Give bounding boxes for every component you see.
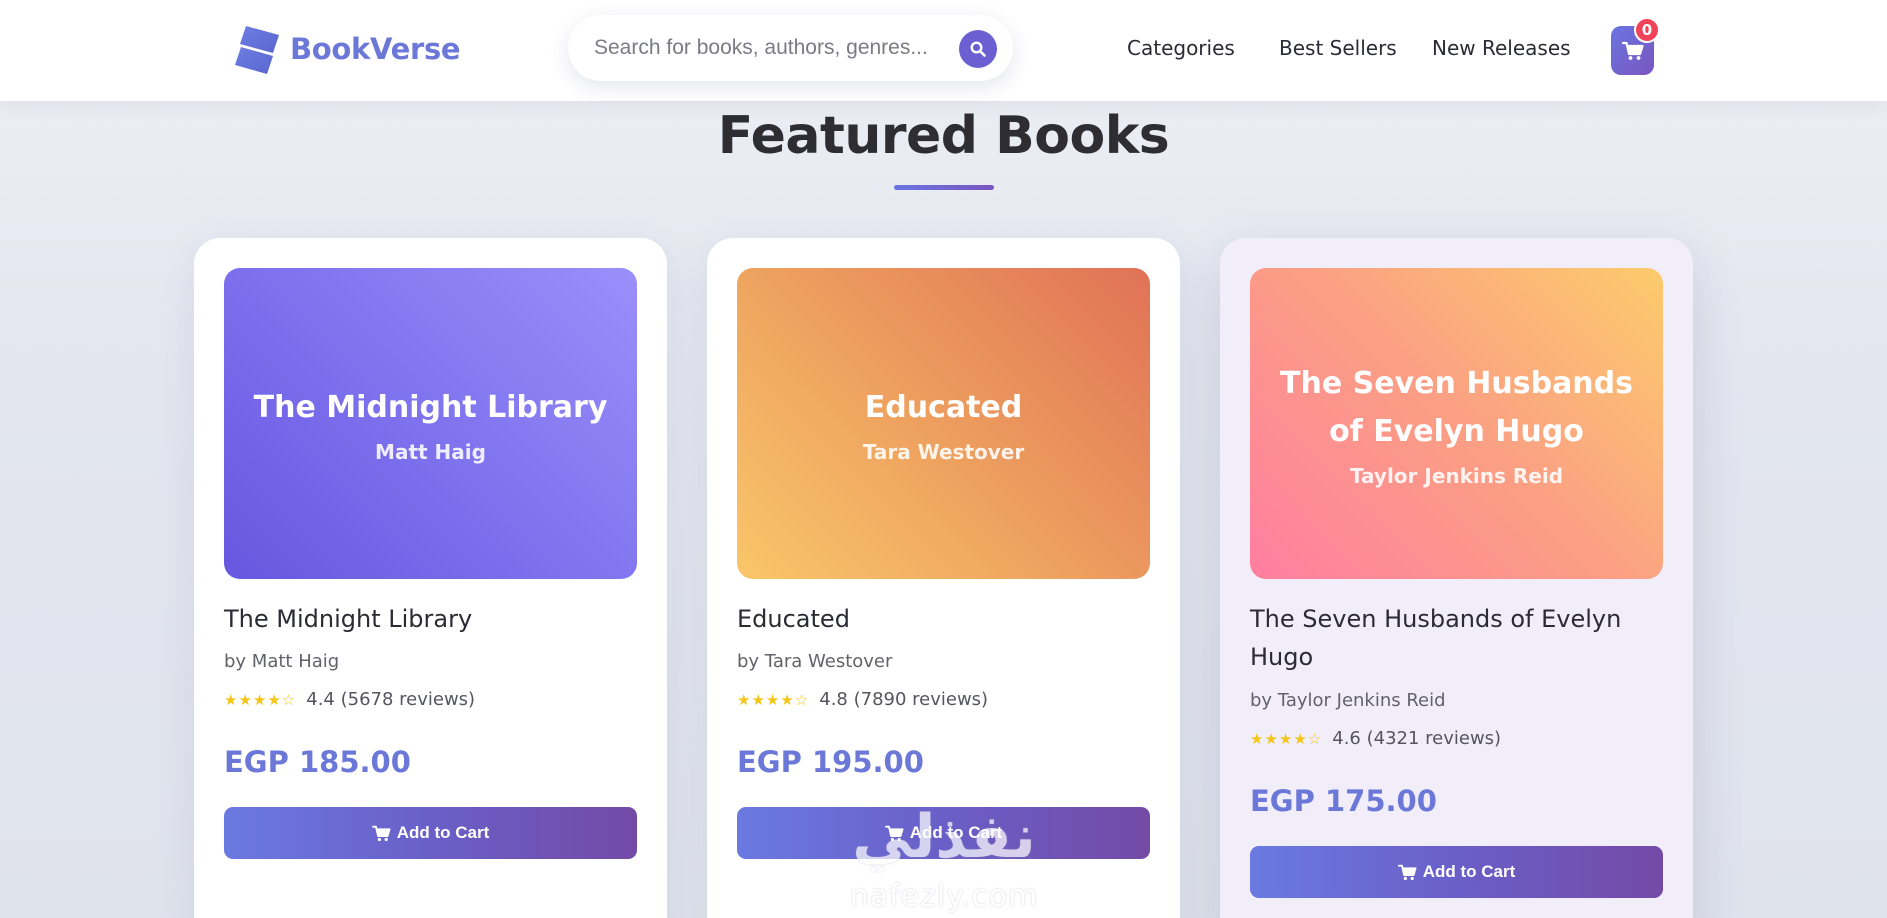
site-header: BookVerse Categories Best Sellers New Re…	[0, 0, 1887, 101]
star-rating-icon: ★★★★☆	[1250, 729, 1323, 748]
cover-author: Taylor Jenkins Reid	[1349, 463, 1564, 488]
rating-text: 4.8 (7890 reviews)	[819, 689, 989, 710]
book-author: by Taylor Jenkins Reid	[1250, 690, 1446, 711]
add-to-cart-label: Add to Cart	[1422, 862, 1516, 881]
brand-name: BookVerse	[290, 32, 461, 66]
cart-icon	[1621, 41, 1644, 60]
brand-logo[interactable]: BookVerse	[232, 23, 461, 75]
book-rating: ★★★★☆ 4.8 (7890 reviews)	[737, 689, 988, 710]
rating-text: 4.6 (4321 reviews)	[1332, 728, 1502, 749]
watermark-arabic: نفذلي	[852, 802, 1036, 872]
search-input[interactable]	[594, 32, 934, 64]
cover-title: The Midnight Library	[253, 389, 608, 425]
title-underline	[894, 185, 994, 190]
cover-author: Tara Westover	[862, 439, 1025, 464]
search-icon	[970, 41, 986, 57]
search-bar	[568, 15, 1013, 81]
section-title: Featured Books	[717, 106, 1170, 166]
book-author: by Matt Haig	[224, 651, 340, 672]
search-button[interactable]	[959, 30, 997, 68]
book-card[interactable]: The Midnight Library Matt Haig The Midni…	[194, 238, 667, 918]
add-to-cart-button[interactable]: Add to Cart	[224, 807, 637, 859]
book-title[interactable]: Educated	[737, 600, 1157, 638]
nav-link-best-sellers[interactable]: Best Sellers	[1279, 36, 1397, 60]
book-rating: ★★★★☆ 4.6 (4321 reviews)	[1250, 728, 1501, 749]
book-card[interactable]: The Seven Husbands of Evelyn Hugo Taylor…	[1220, 238, 1693, 918]
book-price: EGP 195.00	[737, 745, 924, 779]
add-to-cart-button[interactable]: Add to Cart	[1250, 846, 1663, 898]
cover-author: Matt Haig	[375, 439, 486, 464]
book-cover[interactable]: The Seven Husbands of Evelyn Hugo Taylor…	[1250, 268, 1663, 579]
star-rating-icon: ★★★★☆	[737, 690, 810, 709]
watermark: نفذلي nafezly.com	[838, 805, 1050, 918]
cart-icon	[371, 825, 391, 841]
cover-title: The Seven Husbands of Evelyn Hugo	[1280, 365, 1633, 449]
book-cover[interactable]: The Midnight Library Matt Haig	[224, 268, 637, 579]
book-cover[interactable]: Educated Tara Westover	[737, 268, 1150, 579]
cart-icon	[1397, 864, 1417, 880]
book-title[interactable]: The Seven Husbands of Evelyn Hugo	[1250, 600, 1663, 676]
cover-title: Educated	[864, 389, 1023, 425]
add-to-cart-label: Add to Cart	[396, 823, 490, 842]
book-price: EGP 175.00	[1250, 784, 1437, 818]
book-title[interactable]: The Midnight Library	[224, 600, 644, 638]
nav-link-categories[interactable]: Categories	[1127, 36, 1235, 60]
book-price: EGP 185.00	[224, 745, 411, 779]
star-rating-icon: ★★★★☆	[224, 690, 297, 709]
nav-link-new-releases[interactable]: New Releases	[1432, 36, 1571, 60]
watermark-url: nafezly.com	[849, 879, 1039, 914]
book-rating: ★★★★☆ 4.4 (5678 reviews)	[224, 689, 475, 710]
book-author: by Tara Westover	[737, 651, 893, 672]
book-logo-icon	[235, 26, 279, 74]
rating-text: 4.4 (5678 reviews)	[306, 689, 476, 710]
cart-count-badge: 0	[1634, 17, 1660, 43]
